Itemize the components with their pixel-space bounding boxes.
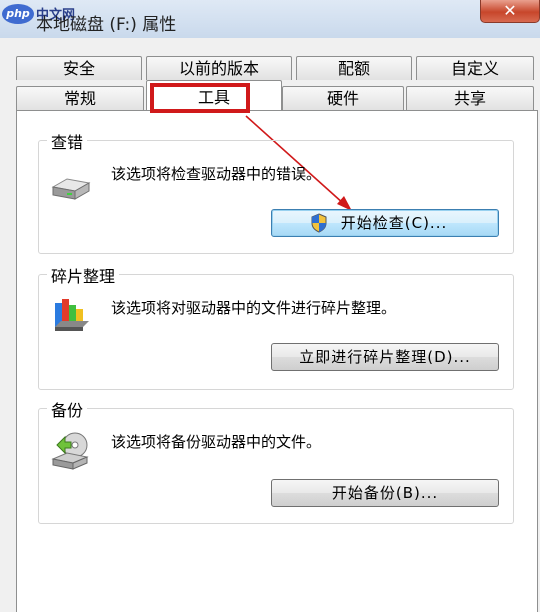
tab-hardware[interactable]: 硬件: [282, 86, 404, 110]
highlight-box: [150, 83, 250, 113]
defrag-description: 该选项将对驱动器中的文件进行碎片整理。: [111, 299, 397, 317]
defrag-group: 碎片整理 该选项将对驱动器中的文件进行碎片整理。 立即进行碎片整理(D)...: [38, 263, 514, 390]
tab-customize[interactable]: 自定义: [416, 56, 534, 80]
defrag-icon: [51, 295, 91, 339]
tab-quota[interactable]: 配额: [296, 56, 412, 80]
title-bar: php 中文网 本地磁盘 (F:) 属性 ✕: [0, 0, 540, 38]
backup-title: 备份: [47, 397, 88, 421]
tab-general[interactable]: 常规: [16, 86, 144, 110]
window-title: 本地磁盘 (F:) 属性: [36, 15, 177, 35]
tab-security[interactable]: 安全: [16, 56, 142, 80]
shield-icon: [311, 213, 327, 233]
start-backup-button[interactable]: 开始备份(B)...: [271, 479, 499, 507]
start-check-label: 开始检查(C)...: [340, 214, 448, 232]
start-check-button[interactable]: 开始检查(C)...: [271, 209, 499, 237]
defrag-now-button[interactable]: 立即进行碎片整理(D)...: [271, 343, 499, 371]
error-check-description: 该选项将检查驱动器中的错误。: [111, 165, 322, 183]
tab-sharing[interactable]: 共享: [406, 86, 534, 110]
error-check-group: 查错 该选项将检查驱动器中的错误。 开始检查(C)...: [38, 129, 514, 254]
site-logo: php: [2, 4, 34, 24]
backup-icon: [51, 431, 91, 475]
backup-description: 该选项将备份驱动器中的文件。: [111, 433, 322, 451]
defrag-title: 碎片整理: [47, 263, 120, 287]
backup-group: 备份 该选项将备份驱动器中的文件。 开始备份(B)...: [38, 397, 514, 524]
close-button[interactable]: ✕: [480, 0, 540, 23]
error-check-title: 查错: [47, 129, 88, 153]
tab-previous-versions[interactable]: 以前的版本: [146, 56, 292, 80]
drive-icon: [51, 175, 91, 205]
